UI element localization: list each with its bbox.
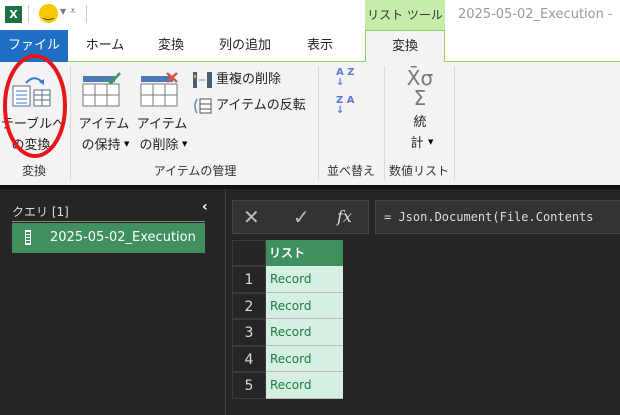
- row-number[interactable]: 2: [232, 292, 266, 319]
- customize-toolbar-icon[interactable]: ⩡: [70, 6, 76, 17]
- statistics-icon: X̄σ Σ: [406, 66, 434, 110]
- row-number[interactable]: 5: [232, 372, 266, 399]
- tab-list-transform[interactable]: 変換: [365, 30, 445, 63]
- fx-icon[interactable]: fx: [337, 207, 352, 226]
- row-number[interactable]: 4: [232, 345, 266, 372]
- sort-ascending-button[interactable]: A Z ↓: [336, 68, 360, 94]
- tab-transform[interactable]: 変換: [140, 30, 202, 62]
- cancel-icon[interactable]: ✕: [243, 205, 260, 229]
- formula-input[interactable]: = Json.Document(File.Contents: [375, 200, 620, 234]
- sort-ascending-icon: A Z ↓: [336, 67, 355, 88]
- dropdown-icon[interactable]: ▼: [60, 7, 66, 16]
- table-cell-record[interactable]: Record: [266, 372, 343, 399]
- row-number[interactable]: 1: [232, 266, 266, 293]
- chevron-down-icon: ▼: [182, 140, 188, 148]
- tab-view[interactable]: 表示: [290, 30, 350, 62]
- window-title: 2025-05-02_Execution -: [458, 7, 613, 22]
- commit-icon[interactable]: ✓: [293, 205, 310, 229]
- table-cell-record[interactable]: Record: [266, 345, 343, 372]
- red-annotation-circle: [3, 54, 67, 158]
- queries-pane: クエリ [1] ‹ 2025-05-02_Execution: [0, 189, 226, 415]
- formula-bar-buttons: ✕ ✓ fx: [232, 200, 369, 234]
- tab-home[interactable]: ホーム: [72, 30, 138, 62]
- remove-items-icon: [140, 72, 178, 107]
- ribbon-tabs: ファイル ホーム 変換 列の追加 表示 変換: [0, 30, 620, 63]
- ribbon: テーブルへ の変換 変換 アイテム の保持 ▼ アイテム の削除 ▼ 重複の削除…: [0, 54, 620, 185]
- group-label-numeric: 数値リスト: [388, 164, 449, 178]
- table-cell-record[interactable]: Record: [266, 266, 343, 293]
- reverse-items-button[interactable]: アイテムの反転: [193, 96, 308, 116]
- remove-duplicates-icon: [193, 72, 212, 88]
- column-header-list[interactable]: リスト: [266, 240, 343, 266]
- reverse-items-icon: [194, 98, 212, 114]
- query-item[interactable]: 2025-05-02_Execution: [12, 223, 205, 253]
- collapse-pane-icon[interactable]: ‹: [202, 199, 208, 215]
- sort-descending-button[interactable]: Z A ↓: [336, 96, 360, 122]
- excel-icon[interactable]: X: [5, 6, 22, 23]
- title-bar: X ‿ ▼ ⩡ リスト ツール 2025-05-02_Execution -: [0, 0, 620, 30]
- row-number-header: [232, 240, 266, 266]
- list-query-icon: [25, 230, 31, 245]
- chevron-down-icon: ▼: [428, 138, 434, 146]
- tab-add-column[interactable]: 列の追加: [205, 30, 285, 62]
- sort-descending-icon: Z A ↓: [336, 95, 355, 116]
- smiley-feedback-icon[interactable]: ‿: [39, 4, 58, 23]
- statistics-button[interactable]: X̄σ Σ 統 計 ▼: [388, 66, 452, 158]
- keep-items-button[interactable]: アイテム の保持 ▼: [76, 64, 132, 156]
- group-label-sort: 並べ替え: [326, 164, 375, 178]
- remove-items-button[interactable]: アイテム の削除 ▼: [134, 64, 192, 156]
- context-tab-label: リスト ツール: [365, 0, 445, 30]
- group-label-convert: 変換: [21, 164, 46, 178]
- queries-header: クエリ [1]: [12, 205, 69, 219]
- remove-duplicates-button[interactable]: 重複の削除: [193, 70, 303, 90]
- group-label-manage: アイテムの管理: [153, 164, 237, 178]
- table-cell-record[interactable]: Record: [266, 292, 343, 319]
- table-cell-record[interactable]: Record: [266, 319, 343, 346]
- row-number[interactable]: 3: [232, 319, 266, 346]
- keep-items-icon: [82, 72, 121, 107]
- chevron-down-icon: ▼: [124, 140, 130, 148]
- data-grid: リスト 1 Record 2 Record 3 Record 4 Record 5 Record: [232, 240, 343, 400]
